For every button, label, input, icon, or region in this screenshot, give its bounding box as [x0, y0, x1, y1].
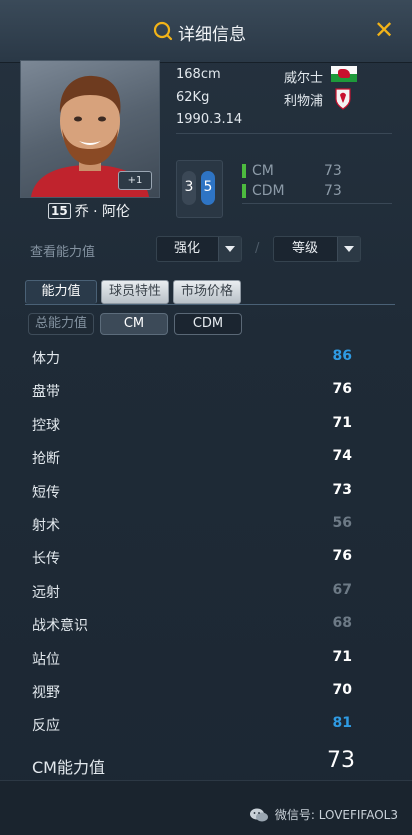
stat-value: 76 — [332, 548, 352, 565]
search-icon — [153, 21, 173, 41]
upgrade-badge: +1 — [118, 171, 152, 190]
right-foot-rating: 5 — [203, 179, 213, 195]
shirt-number: 15 — [48, 203, 71, 219]
stat-row: 盘带 76 — [0, 373, 412, 406]
stat-value: 56 — [332, 515, 352, 531]
tab-market-price[interactable]: 市场价格 — [173, 280, 241, 304]
stat-name: 站位 — [32, 651, 60, 668]
positions-divider — [242, 203, 392, 204]
stat-row: 体力 86 — [0, 340, 412, 373]
player-height: 168cm — [176, 67, 221, 82]
player-nation: 威尔士 — [284, 71, 324, 86]
tab-attributes[interactable]: 能力值 — [25, 280, 97, 304]
stat-value: 81 — [332, 715, 352, 732]
position-label: CDM — [252, 183, 285, 199]
stat-row: 短传 73 — [0, 474, 412, 507]
stat-name: 视野 — [32, 685, 60, 701]
stat-row: 射术 56 — [0, 507, 412, 540]
stat-row: 站位 71 — [0, 641, 412, 674]
position-indicator — [242, 164, 246, 178]
stat-row: 视野 70 — [0, 674, 412, 707]
dropdown-separator: / — [255, 241, 260, 256]
stat-name: 短传 — [32, 484, 60, 501]
player-club: 利物浦 — [284, 94, 324, 109]
overall-rating-value: 73 — [327, 748, 355, 773]
stat-name: 战术意识 — [32, 618, 88, 635]
stat-value: 73 — [332, 481, 352, 498]
stat-value: 71 — [332, 648, 352, 665]
info-divider — [176, 133, 392, 134]
wechat-watermark: 微信号: LOVEFIFAOL3 — [249, 806, 398, 823]
chevron-down-icon — [337, 237, 360, 261]
position-option-cm[interactable]: CM — [100, 313, 168, 335]
player-detail-panel: 详细信息 ✕ +1 15 乔 · 阿伦 168cm 62Kg 1990.3.14… — [0, 0, 412, 835]
enhance-dropdown[interactable]: 强化 — [156, 236, 242, 262]
player-name: 乔 · 阿伦 — [74, 204, 131, 220]
stat-row: 抢断 74 — [0, 440, 412, 473]
view-stats-label: 查看能力值 — [30, 245, 96, 260]
player-name-row: 15 乔 · 阿伦 — [48, 201, 130, 221]
wales-flag-icon — [331, 66, 357, 82]
tab-underline — [25, 304, 395, 305]
stat-name: 远射 — [32, 584, 60, 601]
tab-player-traits[interactable]: 球员特性 — [101, 280, 169, 304]
position-option-cdm[interactable]: CDM — [174, 313, 242, 335]
position-rating: 73 — [324, 163, 342, 179]
stat-row: 控球 71 — [0, 407, 412, 440]
wechat-icon — [249, 808, 268, 821]
stat-row: 长传 76 — [0, 540, 412, 573]
overall-rating-label: 总能力值 — [28, 313, 94, 335]
player-birthdate: 1990.3.14 — [176, 112, 243, 127]
chevron-down-icon — [218, 237, 241, 261]
stat-value: 76 — [332, 381, 352, 398]
stat-name: 长传 — [32, 551, 60, 568]
stat-value: 86 — [332, 348, 352, 364]
stat-name: 控球 — [32, 417, 60, 434]
liverpool-crest-icon — [335, 88, 351, 110]
enhance-dropdown-value: 强化 — [173, 241, 200, 256]
stat-value: 70 — [332, 682, 352, 698]
level-dropdown[interactable]: 等级 — [273, 236, 361, 262]
stat-row: 远射 67 — [0, 574, 412, 607]
left-foot-rating: 3 — [184, 179, 194, 195]
stat-name: 体力 — [32, 351, 60, 367]
position-indicator — [242, 184, 246, 198]
stat-row: 战术意识 68 — [0, 607, 412, 640]
position-rating: 73 — [324, 183, 342, 199]
stat-row: 反应 81 — [0, 707, 412, 740]
level-dropdown-value: 等级 — [291, 241, 318, 256]
position-label: CM — [252, 163, 274, 179]
page-title: 详细信息 — [178, 25, 246, 45]
stat-name: 盘带 — [32, 384, 60, 401]
close-button[interactable]: ✕ — [372, 16, 396, 44]
stat-name: 射术 — [32, 518, 60, 534]
stat-value: 67 — [332, 581, 352, 598]
stat-value: 74 — [332, 448, 352, 465]
overall-rating-name: CM能力值 — [32, 758, 105, 777]
stat-name: 抢断 — [32, 451, 60, 468]
stat-name: 反应 — [32, 718, 60, 735]
stat-value: 68 — [332, 615, 352, 632]
player-weight: 62Kg — [176, 90, 210, 105]
wechat-id: 微信号: LOVEFIFAOL3 — [274, 808, 398, 822]
stat-value: 71 — [332, 414, 352, 431]
